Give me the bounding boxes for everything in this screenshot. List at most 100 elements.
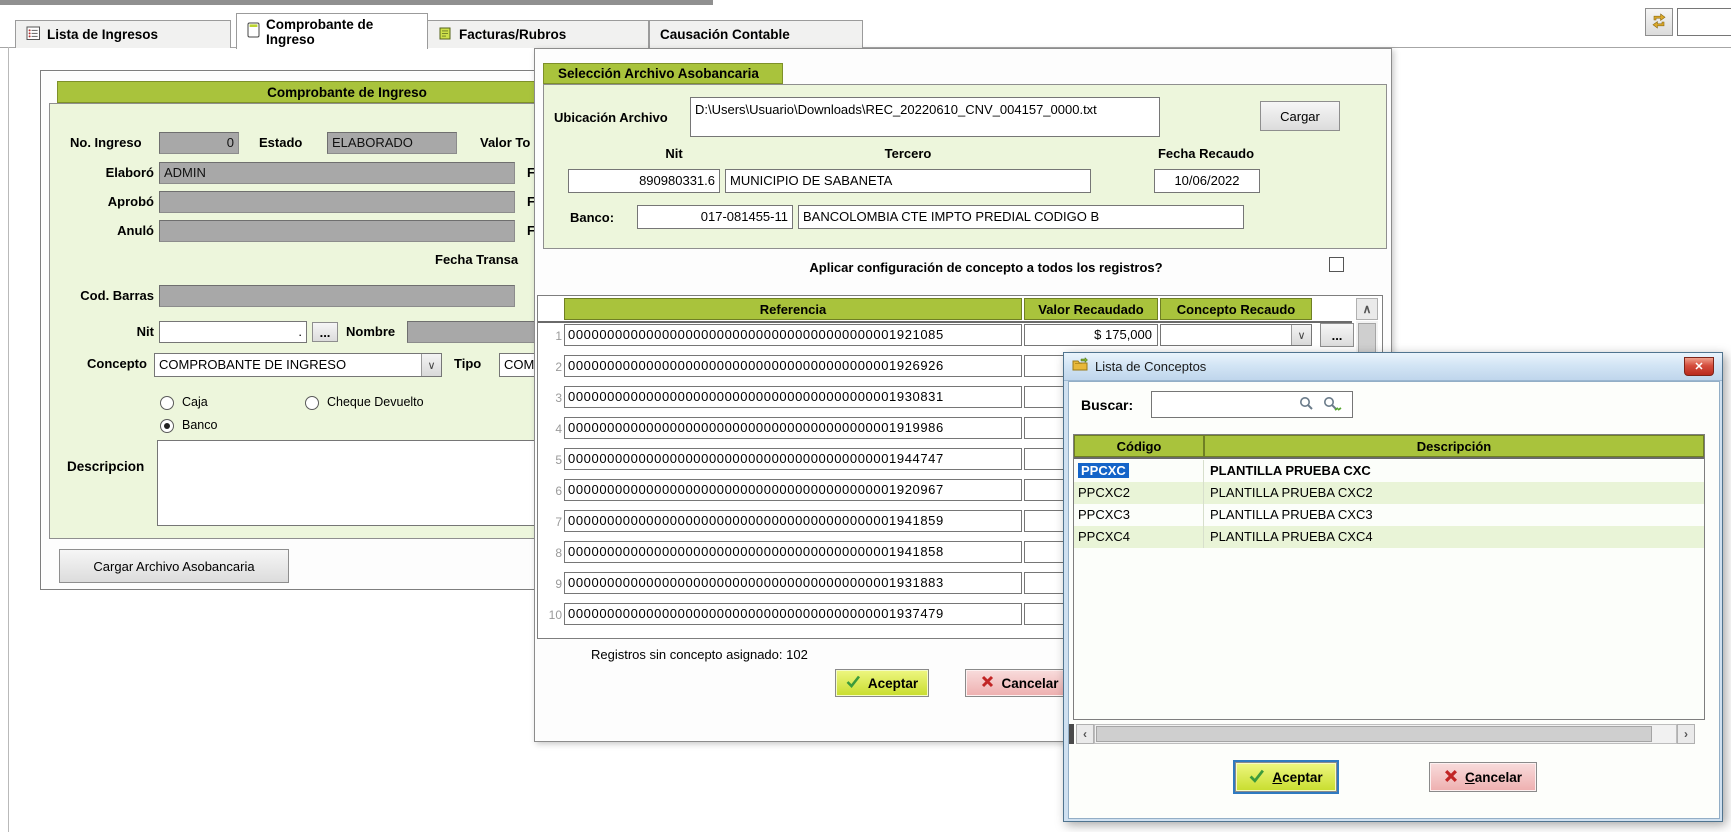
concepto-dropdown[interactable]: COMPROBANTE DE INGRESO ∨ [154, 353, 442, 377]
tipo-label: Tipo [454, 353, 498, 375]
document-icon [247, 22, 260, 41]
conceptos-table: Código Descripción PPCXC PLANTILLA PRUEB… [1073, 434, 1705, 720]
check-icon [1249, 769, 1265, 786]
reference-cell[interactable]: 0000000000000000000000000000000000000000… [564, 541, 1022, 563]
list-item[interactable]: PPCXC2 PLANTILLA PRUEBA CXC2 [1074, 482, 1704, 504]
horizontal-scrollbar-thumb[interactable] [1096, 726, 1652, 742]
reference-cell[interactable]: 0000000000000000000000000000000000000000… [564, 479, 1022, 501]
elaboro-field: ADMIN [159, 162, 515, 184]
red-x-icon [981, 675, 994, 691]
app-root: Lista de Ingresos Comprobante de Ingreso… [0, 0, 1731, 832]
concept-descripcion-cell[interactable]: PLANTILLA PRUEBA CXC4 [1204, 526, 1704, 548]
chevron-down-icon[interactable]: ∨ [421, 354, 441, 376]
fecha-recaudo-column-label: Fecha Recaudo [1136, 143, 1276, 165]
refresh-button[interactable] [1645, 8, 1673, 36]
concepto-browse-button[interactable]: ... [1320, 323, 1354, 347]
list-item[interactable]: PPCXC PLANTILLA PRUEBA CXC [1074, 460, 1704, 482]
list-item[interactable]: PPCXC4 PLANTILLA PRUEBA CXC4 [1074, 526, 1704, 548]
cargar-archivo-asobancaria-button[interactable]: Cargar Archivo Asobancaria [59, 549, 289, 583]
valor-cell[interactable]: $ 175,000 [1024, 324, 1158, 346]
concept-descripcion-cell[interactable]: PLANTILLA PRUEBA CXC2 [1204, 482, 1704, 504]
list-item[interactable]: PPCXC3 PLANTILLA PRUEBA CXC3 [1074, 504, 1704, 526]
reference-cell[interactable]: 0000000000000000000000000000000000000000… [564, 386, 1022, 408]
conceptos-cancelar-button[interactable]: Cancelar [1429, 762, 1537, 792]
window-icon [1072, 357, 1088, 376]
banco-code-field[interactable]: 017-081455-11 [637, 205, 793, 229]
reference-cell[interactable]: 0000000000000000000000000000000000000000… [564, 417, 1022, 439]
cargar-button[interactable]: Cargar [1260, 101, 1340, 131]
reference-cell[interactable]: 0000000000000000000000000000000000000000… [564, 324, 1022, 346]
radio-cheque-devuelto[interactable]: Cheque Devuelto [305, 395, 424, 410]
tab-comprobante-de-ingreso[interactable]: Comprobante de Ingreso [236, 13, 428, 49]
row-number: 8 [538, 541, 562, 565]
scroll-up-arrow[interactable]: ∧ [1356, 298, 1378, 320]
check-icon [846, 675, 861, 691]
nit-input[interactable]: . [159, 321, 307, 343]
concept-codigo-cell[interactable]: PPCXC3 [1074, 504, 1204, 526]
window-titlebar[interactable]: Lista de Conceptos ✕ [1064, 353, 1722, 381]
concept-descripcion-cell[interactable]: PLANTILLA PRUEBA CXC [1204, 460, 1704, 482]
reference-cell[interactable]: 0000000000000000000000000000000000000000… [564, 603, 1022, 625]
tab-lista-de-ingresos[interactable]: Lista de Ingresos [15, 20, 231, 48]
quick-search-input[interactable] [1677, 8, 1731, 36]
scrollbar-grip[interactable] [1069, 724, 1074, 744]
concept-codigo-cell[interactable]: PPCXC4 [1074, 526, 1204, 548]
fecha-recaudo-value-field[interactable]: 10/06/2022 [1154, 169, 1260, 193]
file-dialog-panel: Ubicación Archivo D:\Users\Usuario\Downl… [543, 84, 1387, 249]
scroll-right-arrow[interactable]: › [1677, 724, 1695, 744]
tab-causacion-contable[interactable]: Causación Contable [649, 20, 863, 48]
radio-caja-label: Caja [182, 395, 208, 410]
apply-config-question: Aplicar configuración de concepto a todo… [666, 257, 1306, 279]
cod-barras-field [159, 285, 515, 307]
tab-facturas-rubros[interactable]: Facturas/Rubros [427, 20, 649, 48]
ubicacion-archivo-input[interactable]: D:\Users\Usuario\Downloads\REC_20220610_… [690, 97, 1160, 137]
tercero-value-field[interactable]: MUNICIPIO DE SABANETA [725, 169, 1091, 193]
reference-cell[interactable]: 0000000000000000000000000000000000000000… [564, 572, 1022, 594]
no-ingreso-field: 0 [159, 132, 239, 154]
invoice-icon [438, 25, 453, 44]
scroll-left-arrow[interactable]: ‹ [1076, 724, 1094, 744]
reference-cell[interactable]: 0000000000000000000000000000000000000000… [564, 510, 1022, 532]
radio-banco-label: Banco [182, 418, 217, 433]
radio-banco[interactable]: Banco [160, 418, 217, 433]
codigo-header: Código [1074, 435, 1204, 457]
refresh-icon [1651, 13, 1667, 32]
concepto-recaudo-dropdown[interactable]: ∨ [1160, 324, 1312, 346]
row-number: 10 [538, 603, 562, 627]
close-icon[interactable]: ✕ [1684, 357, 1714, 376]
tab-label: Facturas/Rubros [459, 27, 566, 42]
conceptos-aceptar-button[interactable]: Aceptar [1235, 762, 1337, 792]
apply-config-checkbox[interactable] [1329, 257, 1344, 272]
lista-de-conceptos-window: Lista de Conceptos ✕ Buscar: Código Desc… [1063, 352, 1723, 822]
concept-codigo-cell[interactable]: PPCXC2 [1074, 482, 1204, 504]
radio-caja-circle[interactable] [160, 396, 174, 410]
anulo-label: Anuló [70, 220, 154, 242]
radio-caja[interactable]: Caja [160, 395, 208, 410]
reference-cell[interactable]: 0000000000000000000000000000000000000000… [564, 448, 1022, 470]
row-number: 2 [538, 355, 562, 379]
reference-cell[interactable]: 0000000000000000000000000000000000000000… [564, 355, 1022, 377]
cod-barras-label: Cod. Barras [70, 285, 154, 307]
row-number: 7 [538, 510, 562, 534]
tab-label: Comprobante de Ingreso [266, 17, 417, 47]
file-dialog-aceptar-button[interactable]: Aceptar [835, 669, 929, 697]
conceptos-table-rows: PPCXC PLANTILLA PRUEBA CXC PPCXC2 PLANTI… [1074, 460, 1704, 548]
chevron-down-icon[interactable]: ∨ [1291, 325, 1311, 345]
concepto-label: Concepto [87, 353, 154, 375]
descripcion-textarea[interactable] [157, 440, 577, 526]
file-dialog-cancelar-button[interactable]: Cancelar [965, 669, 1075, 697]
nit-browse-button[interactable]: ... [312, 322, 338, 342]
radio-cheque-circle[interactable] [305, 396, 319, 410]
concept-descripcion-cell[interactable]: PLANTILLA PRUEBA CXC3 [1204, 504, 1704, 526]
row-number: 5 [538, 448, 562, 472]
banco-name-field[interactable]: BANCOLOMBIA CTE IMPTO PREDIAL CODIGO B [798, 205, 1244, 229]
search-next-icon[interactable] [1321, 395, 1343, 418]
descripcion-label: Descripcion [67, 456, 155, 478]
valor-recaudado-header: Valor Recaudado [1024, 298, 1158, 320]
descripcion-header: Descripción [1204, 435, 1704, 457]
search-icon[interactable] [1297, 395, 1315, 418]
nit-value-field[interactable]: 890980331.6 [568, 169, 720, 193]
concept-codigo-cell[interactable]: PPCXC [1074, 460, 1204, 482]
radio-banco-circle[interactable] [160, 419, 174, 433]
banco-label: Banco: [570, 207, 626, 229]
